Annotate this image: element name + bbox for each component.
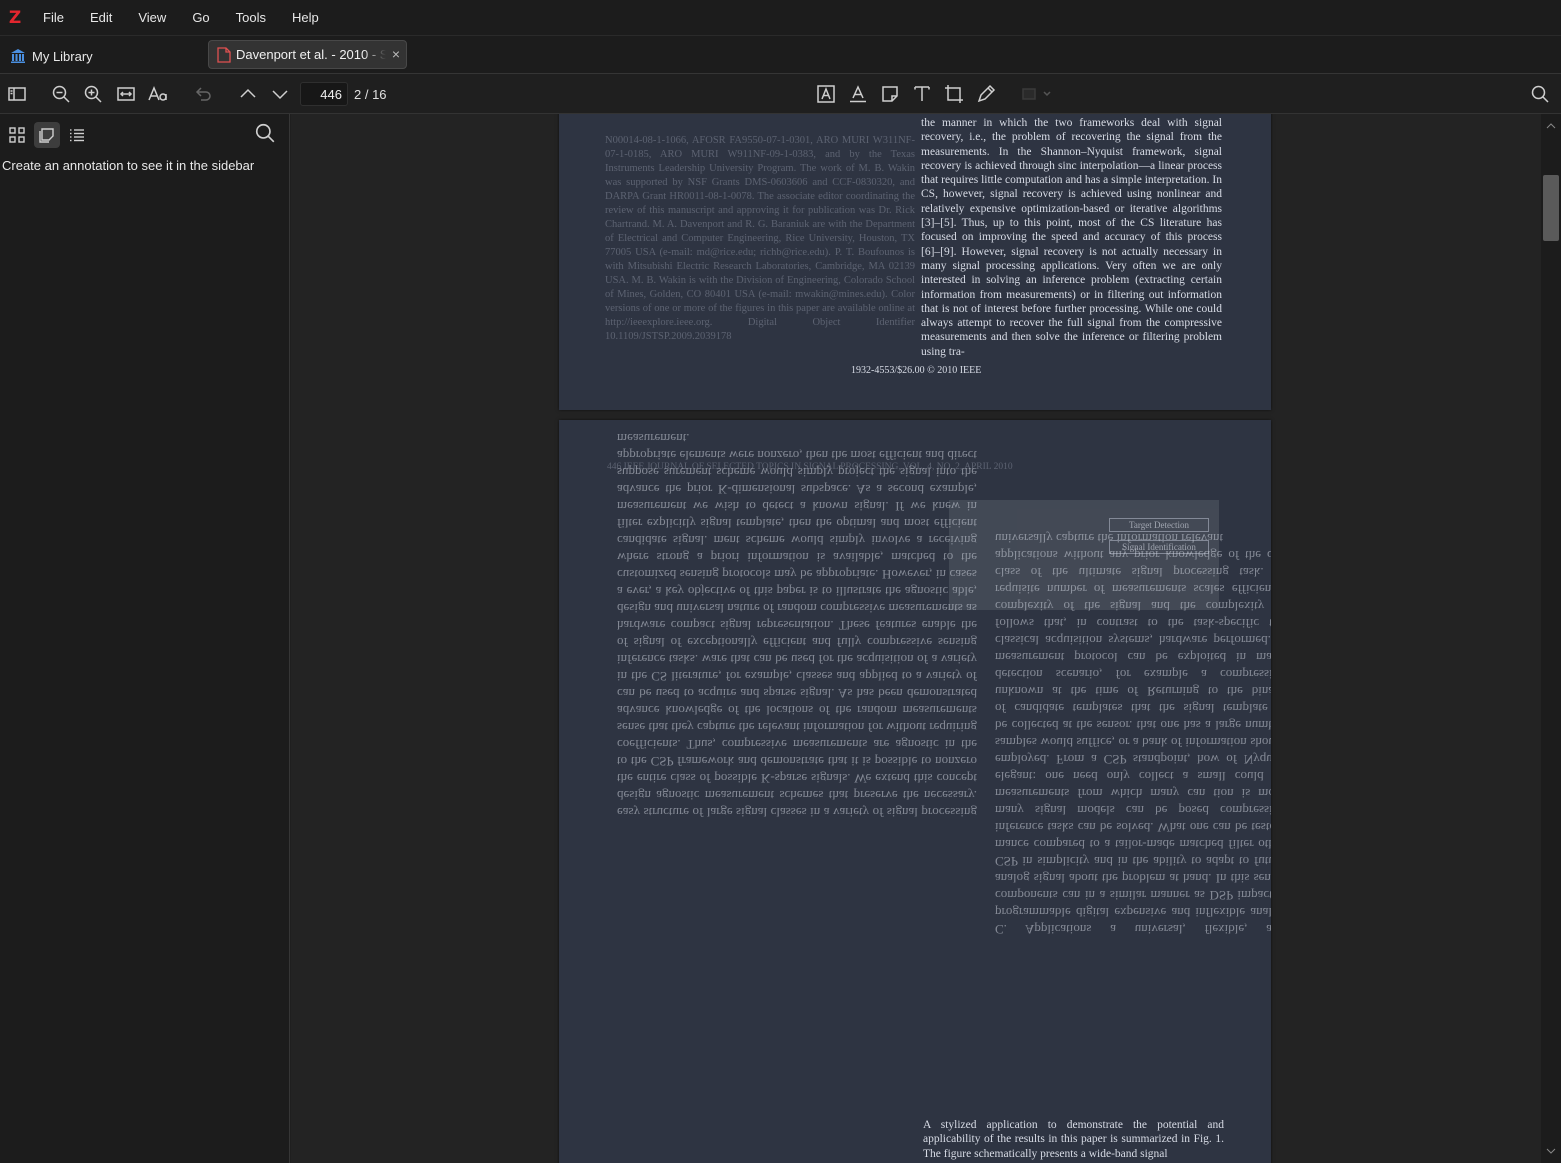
add-text-icon[interactable] [910, 82, 934, 106]
menu-help[interactable]: Help [279, 0, 332, 36]
appearance-icon[interactable] [146, 82, 170, 106]
tab-bar: My Library Davenport et al. - 2010 - S × [0, 36, 1561, 74]
page-left-column-text: N00014-08-1-1066, AFOSR FA9550-07-1-0301… [605, 135, 915, 342]
pdf-page[interactable]: 446 IEEE JOURNAL OF SELECTED TOPICS IN S… [559, 420, 1271, 1163]
tab-my-library[interactable]: My Library [10, 45, 93, 67]
menu-go[interactable]: Go [179, 0, 222, 36]
menu-tools[interactable]: Tools [223, 0, 279, 36]
sidebar-search-icon[interactable] [254, 122, 278, 146]
select-area-icon[interactable] [942, 82, 966, 106]
underline-text-icon[interactable] [846, 82, 870, 106]
menu-edit[interactable]: Edit [77, 0, 125, 36]
menu-bar: Z File Edit View Go Tools Help [0, 0, 1561, 36]
page-right-column-text: the manner in which the two frameworks d… [921, 117, 1222, 358]
zoom-in-icon[interactable] [81, 82, 105, 106]
highlight-text-icon[interactable] [814, 82, 838, 106]
scroll-down-icon[interactable] [1541, 1143, 1561, 1159]
vertical-scrollbar[interactable] [1541, 114, 1561, 1163]
fit-width-icon[interactable] [114, 82, 138, 106]
toggle-sidebar-icon[interactable] [5, 82, 29, 106]
page-right-column-text: C. Applications a universal, flexible, a… [995, 531, 1271, 937]
pdf-page[interactable]: N00014-08-1-1066, AFOSR FA9550-07-1-0301… [559, 114, 1271, 410]
pdf-viewer[interactable]: N00014-08-1-1066, AFOSR FA9550-07-1-0301… [291, 114, 1541, 1163]
zotero-logo[interactable]: Z [0, 0, 30, 36]
outline-icon[interactable] [64, 122, 90, 148]
sidebar-view-switcher [4, 122, 90, 148]
search-icon[interactable] [1528, 82, 1552, 106]
page-count: 2 / 16 [354, 87, 387, 102]
tab-label: My Library [32, 48, 93, 64]
tab-label: Davenport et al. - 2010 - S [236, 47, 386, 62]
color-picker-icon[interactable] [1021, 82, 1057, 106]
draw-icon[interactable] [974, 82, 998, 106]
page-footer: 1932-4553/$26.00 © 2010 IEEE [851, 365, 982, 376]
tab-document[interactable]: Davenport et al. - 2010 - S × [208, 40, 407, 69]
menu-view[interactable]: View [125, 0, 179, 36]
thumbnails-icon[interactable] [4, 122, 30, 148]
next-page-icon[interactable] [268, 82, 292, 106]
scrollbar-thumb[interactable] [1543, 175, 1559, 241]
scroll-up-icon[interactable] [1541, 118, 1561, 134]
close-icon[interactable]: × [392, 46, 400, 62]
reader-toolbar: 2 / 16 [0, 74, 1561, 114]
add-note-icon[interactable] [878, 82, 902, 106]
library-icon [10, 48, 26, 64]
pdf-icon [217, 46, 231, 63]
zoom-out-icon[interactable] [49, 82, 73, 106]
annotations-view-icon[interactable] [34, 122, 60, 148]
menu-file[interactable]: File [30, 0, 77, 36]
sidebar-empty-message: Create an annotation to see it in the si… [2, 158, 255, 173]
undo-icon[interactable] [191, 82, 215, 106]
page-body-text: A stylized application to demonstrate th… [923, 1119, 1224, 1160]
previous-page-icon[interactable] [236, 82, 260, 106]
page-left-column-text: easy structure of large signal classes i… [617, 431, 978, 820]
annotations-sidebar: Create an annotation to see it in the si… [0, 114, 290, 1163]
page-number-input[interactable] [300, 82, 348, 106]
